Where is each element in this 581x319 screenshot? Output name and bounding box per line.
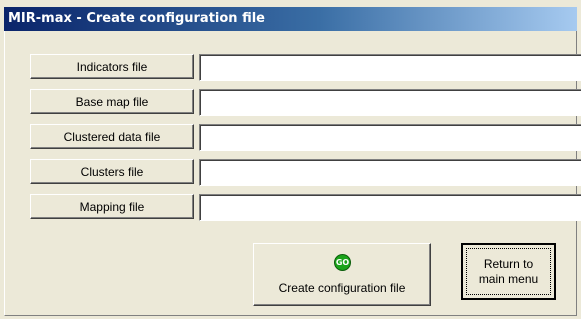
window-title: MIR-max - Create configuration file <box>8 11 265 26</box>
go-icon: GO <box>334 254 351 271</box>
clustered-data-file-input[interactable] <box>199 124 581 151</box>
create-configuration-file-button[interactable]: GO Create configuration file <box>253 243 431 306</box>
return-to-main-menu-button[interactable]: Return to main menu <box>461 243 556 300</box>
base-map-file-input[interactable] <box>199 89 581 116</box>
title-bar: MIR-max - Create configuration file <box>4 7 577 31</box>
clusters-file-button[interactable]: Clusters file <box>30 159 194 184</box>
create-configuration-file-label: Create configuration file <box>278 281 406 295</box>
mapping-file-button[interactable]: Mapping file <box>30 194 194 219</box>
window: MIR-max - Create configuration file Indi… <box>0 0 581 319</box>
indicators-file-button[interactable]: Indicators file <box>30 54 194 79</box>
clusters-file-input[interactable] <box>199 159 581 186</box>
clustered-data-file-button[interactable]: Clustered data file <box>30 124 194 149</box>
base-map-file-button[interactable]: Base map file <box>30 89 194 114</box>
mapping-file-input[interactable] <box>199 194 581 221</box>
indicators-file-input[interactable] <box>199 54 581 81</box>
return-to-main-menu-label: Return to main menu <box>466 248 551 295</box>
